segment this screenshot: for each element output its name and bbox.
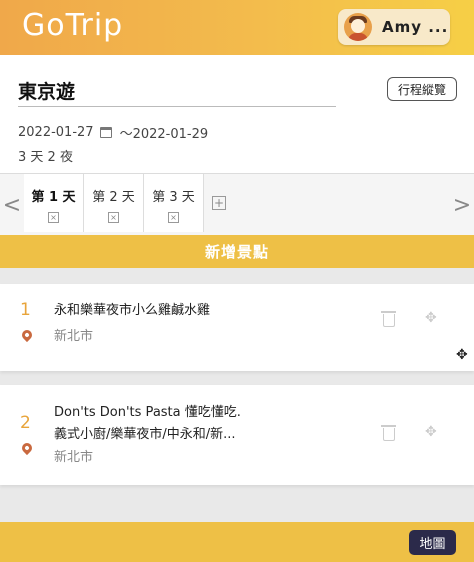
trip-duration: 3 天 2 夜: [18, 150, 73, 165]
trip-dates: 2022-01-27 ～2022-01-29: [18, 123, 208, 142]
trash-icon[interactable]: [381, 311, 396, 327]
calendar-icon[interactable]: [99, 127, 112, 138]
spot-name-line-2: 義式小廚/樂華夜市/中永和/新...: [54, 427, 236, 442]
spot-name-line-1: Don'ts Don'ts Pasta 懂吃懂吃.: [54, 405, 241, 420]
spot-number: 1: [20, 300, 31, 320]
next-day-arrow-icon[interactable]: >: [450, 174, 474, 236]
user-menu-button[interactable]: Amy ...: [338, 9, 450, 45]
move-icon[interactable]: ✥: [425, 310, 437, 326]
spot-city: 新北市: [54, 450, 94, 465]
app-header: GoTrip Amy ...: [0, 0, 474, 55]
spot-card-1[interactable]: 1 永和樂華夜市小么雞鹹水雞 新北市 ✥: [0, 284, 474, 371]
avatar: [344, 13, 372, 41]
user-name: Amy ...: [382, 18, 449, 36]
start-date[interactable]: 2022-01-27: [18, 125, 94, 140]
trip-info-panel: 東京遊 行程縱覽 2022-01-27 ～2022-01-29 3 天 2 夜: [0, 55, 474, 173]
end-date[interactable]: ～2022-01-29: [120, 123, 209, 142]
tab-day-1[interactable]: 第 1 天 ×: [24, 174, 84, 232]
tab-label: 第 1 天: [31, 190, 76, 205]
close-tab-icon[interactable]: ×: [108, 212, 119, 223]
tab-day-3[interactable]: 第 3 天 ×: [144, 174, 204, 232]
add-spot-button[interactable]: 新增景點: [0, 235, 474, 268]
add-day-button[interactable]: +: [204, 174, 234, 232]
spot-city: 新北市: [54, 329, 94, 344]
close-tab-icon[interactable]: ×: [168, 212, 179, 223]
location-pin-icon: [19, 327, 35, 343]
move-cursor-icon: ✥: [456, 347, 468, 363]
prev-day-arrow-icon[interactable]: <: [0, 174, 24, 236]
close-tab-icon[interactable]: ×: [48, 212, 59, 223]
add-icon: +: [212, 196, 226, 210]
map-button[interactable]: 地圖: [409, 530, 456, 555]
footer-bar: 地圖: [0, 522, 474, 562]
itinerary-overview-button[interactable]: 行程縱覽: [387, 77, 457, 101]
tab-day-2[interactable]: 第 2 天 ×: [84, 174, 144, 232]
day-tabs-bar: < 第 1 天 × 第 2 天 × 第 3 天 × + >: [0, 173, 474, 235]
trash-icon[interactable]: [381, 425, 396, 441]
location-pin-icon: [19, 440, 35, 456]
spot-card-2[interactable]: 2 Don'ts Don'ts Pasta 懂吃懂吃. 義式小廚/樂華夜市/中永…: [0, 385, 474, 485]
spot-number: 2: [20, 413, 31, 433]
spot-name: 永和樂華夜市小么雞鹹水雞: [54, 303, 211, 318]
tab-label: 第 2 天: [92, 190, 135, 205]
move-icon[interactable]: ✥: [425, 424, 437, 440]
gotrip-logo[interactable]: GoTrip: [22, 8, 123, 43]
tab-label: 第 3 天: [152, 190, 195, 205]
trip-title[interactable]: 東京遊: [18, 77, 336, 107]
